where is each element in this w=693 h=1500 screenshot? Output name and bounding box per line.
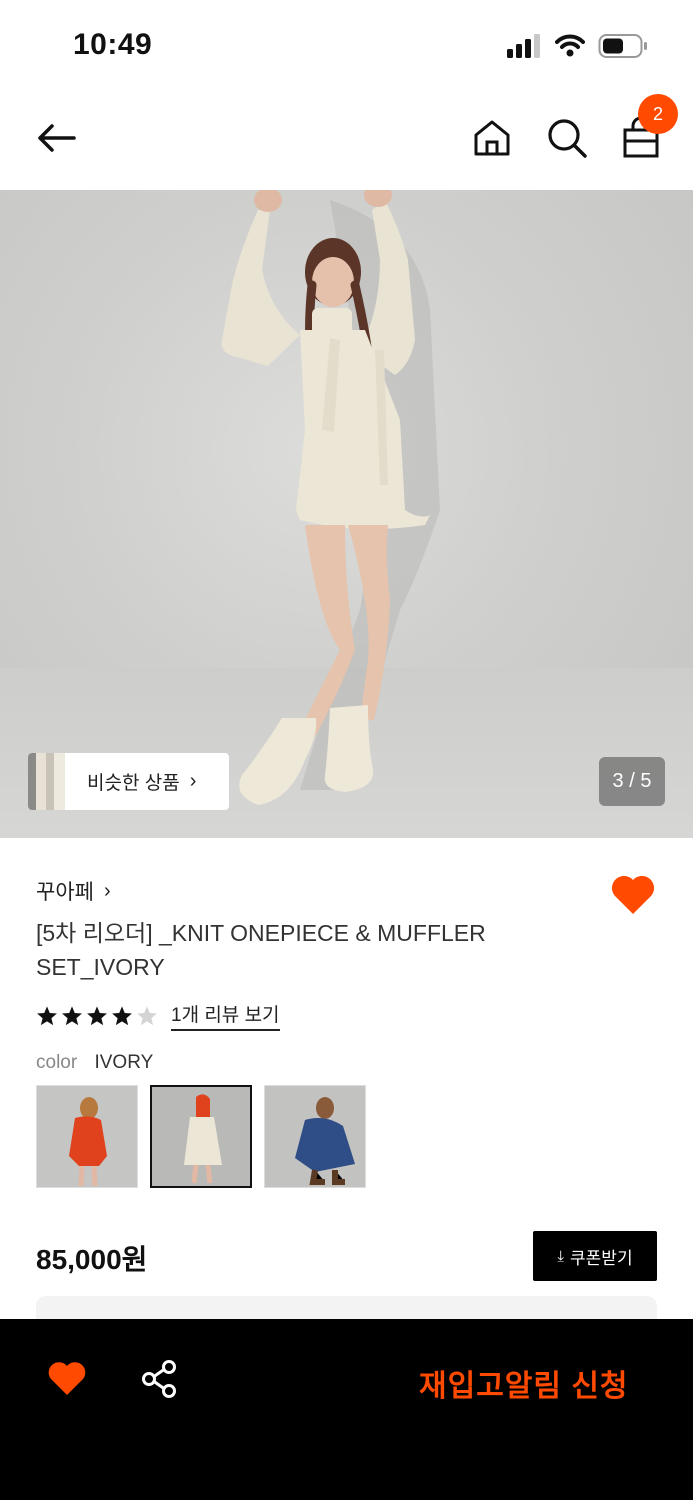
restock-alert-button[interactable]: 재입고알림 신청 [419,1361,629,1405]
top-nav: 2 [0,92,693,190]
status-time: 10:49 [73,28,153,61]
back-arrow-icon[interactable] [34,116,78,160]
color-label: color [36,1052,78,1073]
coupon-download-button[interactable]: ⤓ 쿠폰받기 [533,1231,657,1281]
product-title: [5차 리오더] _KNIT ONEPIECE & MUFFLER SET_IV… [36,920,486,980]
color-swatches [36,1085,378,1188]
bottom-action-bar: 재입고알림 신청 [0,1319,693,1500]
similar-products-button[interactable]: 비슷한 상품 › [28,753,229,810]
share-icon[interactable] [139,1359,179,1399]
color-row: color IVORY [36,1052,153,1074]
star-filled-icon [112,1005,132,1025]
product-photo [221,190,440,805]
coupon-label: 쿠폰받기 [570,1248,633,1268]
chevron-right-icon: › [103,879,111,902]
status-bar: 10:49 [0,0,693,92]
review-link[interactable]: 1개 리뷰 보기 [171,1000,280,1031]
swatch-ivory-photo [152,1087,250,1186]
battery-icon [598,34,647,58]
product-price: 85,000원 [36,1244,148,1275]
rating-stars [36,1005,161,1027]
swatch-red[interactable] [36,1085,138,1188]
color-value: IVORY [94,1052,154,1073]
chevron-right-icon: › [189,770,197,792]
search-icon[interactable] [545,116,589,160]
star-filled-icon [37,1005,57,1025]
home-icon[interactable] [470,116,514,160]
product-image-carousel[interactable]: 비슷한 상품 › 3 / 5 [0,190,693,838]
rating-row: 1개 리뷰 보기 [36,1000,280,1031]
cart-count-badge: 2 [638,94,678,134]
swatch-blue[interactable] [264,1085,366,1188]
swatch-ivory[interactable] [150,1085,252,1188]
star-empty-icon [137,1005,157,1025]
star-filled-icon [87,1005,107,1025]
wifi-icon [555,34,585,57]
wishlist-heart-icon[interactable] [47,1359,87,1397]
wishlist-heart-icon[interactable] [610,872,656,916]
similar-products-thumbnail [28,753,65,810]
star-filled-icon [62,1005,82,1025]
similar-products-label: 비슷한 상품 [87,773,180,794]
cellular-signal-icon [507,34,540,58]
brand-name: 꾸아페 [36,881,94,904]
image-pager: 3 / 5 [599,757,665,806]
brand-link[interactable]: 꾸아페 › [36,876,111,906]
swatch-red-photo [37,1086,137,1187]
swatch-blue-photo [265,1086,365,1187]
download-icon: ⤓ [557,1247,565,1265]
